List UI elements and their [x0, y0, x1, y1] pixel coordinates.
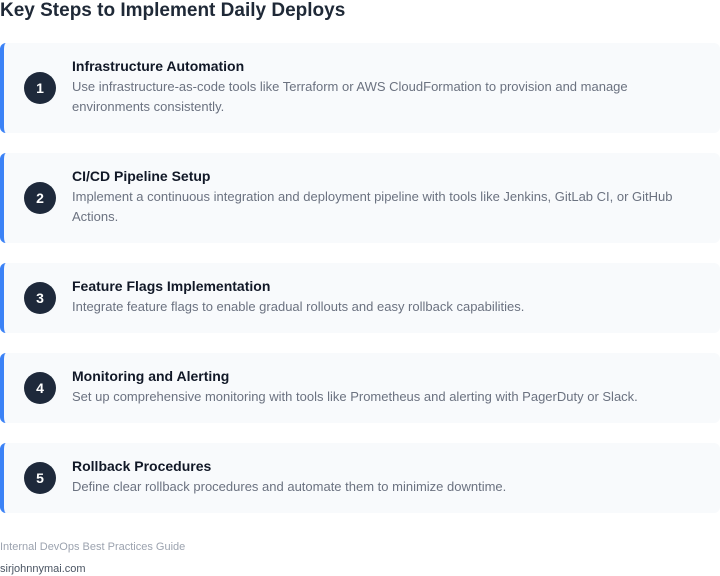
- step-card-5: 5 Rollback Procedures Define clear rollb…: [0, 443, 720, 513]
- step-description: Set up comprehensive monitoring with too…: [72, 389, 638, 404]
- step-title: Infrastructure Automation: [72, 58, 245, 74]
- step-description: Implement a continuous integration and d…: [72, 189, 673, 224]
- step-title: Monitoring and Alerting: [72, 368, 230, 384]
- page-title: Key Steps to Implement Daily Deploys: [0, 0, 346, 21]
- step-card-1: 1 Infrastructure Automation Use infrastr…: [0, 43, 720, 133]
- step-number-badge: 2: [24, 182, 56, 214]
- footer-site: sirjohnnymai.com: [0, 563, 86, 575]
- steps-list: 1 Infrastructure Automation Use infrastr…: [0, 43, 720, 533]
- step-description: Use infrastructure-as-code tools like Te…: [72, 79, 628, 114]
- step-card-4: 4 Monitoring and Alerting Set up compreh…: [0, 353, 720, 423]
- step-title: Rollback Procedures: [72, 458, 212, 474]
- step-number-badge: 3: [24, 282, 56, 314]
- footer-note: Internal DevOps Best Practices Guide: [0, 541, 186, 553]
- step-number-badge: 1: [24, 72, 56, 104]
- step-description: Define clear rollback procedures and aut…: [72, 479, 507, 494]
- step-title: Feature Flags Implementation: [72, 278, 271, 294]
- step-card-2: 2 CI/CD Pipeline Setup Implement a conti…: [0, 153, 720, 243]
- step-card-3: 3 Feature Flags Implementation Integrate…: [0, 263, 720, 333]
- step-number-badge: 5: [24, 462, 56, 494]
- step-title: CI/CD Pipeline Setup: [72, 168, 211, 184]
- step-number-badge: 4: [24, 372, 56, 404]
- step-description: Integrate feature flags to enable gradua…: [72, 299, 525, 314]
